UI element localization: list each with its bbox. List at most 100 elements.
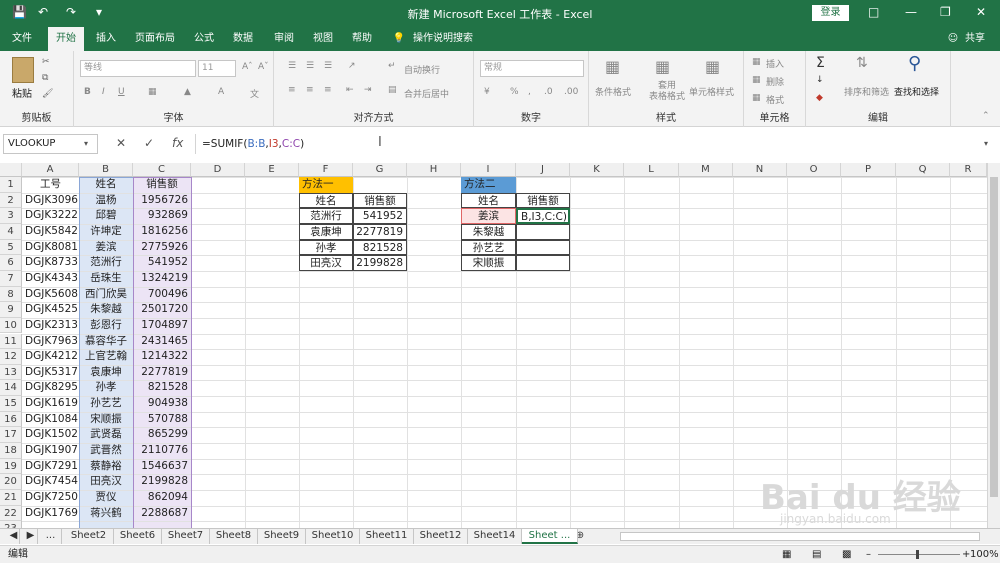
column-header[interactable]: A [22,163,79,177]
sheet-tab[interactable]: Sheet6 [114,529,162,544]
vertical-scrollbar[interactable] [987,163,1000,528]
sheet-tab[interactable]: Sheet10 [306,529,360,544]
method1-sales-cell[interactable]: 541952 [353,208,407,224]
clear-icon[interactable]: ◆ [816,93,823,103]
name-cell[interactable]: 慕容华子 [79,334,133,350]
name-cell[interactable]: 朱黎越 [79,302,133,318]
employee-id-cell[interactable]: DGJK1769 [22,506,79,522]
method1-name-cell[interactable]: 袁康坤 [299,223,353,240]
column-header[interactable]: H [407,163,461,177]
method1-sales-cell[interactable]: 2277819 [353,223,407,240]
row-header[interactable]: 23 [0,521,22,528]
font-name-field[interactable]: 等线 [80,60,196,77]
row-header[interactable]: 7 [0,270,22,287]
copy-icon[interactable]: ⧉ [42,73,48,83]
name-cell[interactable]: 蒋兴鹤 [79,506,133,522]
page-layout-view-icon[interactable]: ▤ [812,546,821,563]
insert-cells-icon[interactable]: ▦ [752,57,761,67]
delete-cells-button[interactable]: 删除 [766,75,784,88]
sheet-tab[interactable]: Sheet9 [258,529,306,544]
sort-filter-icon[interactable]: ⇅ [856,55,868,71]
delete-cells-icon[interactable]: ▦ [752,75,761,85]
maximize-icon[interactable]: ❐ [940,5,951,19]
name-cell[interactable]: 彭恩行 [79,318,133,334]
row-header[interactable]: 16 [0,411,22,428]
row-header[interactable]: 13 [0,364,22,381]
column-header[interactable]: E [245,163,299,177]
employee-id-cell[interactable]: DGJK7963 [22,334,79,350]
tab-help[interactable]: 帮助 [346,27,378,51]
employee-id-cell[interactable]: DGJK7454 [22,474,79,490]
employee-id-cell[interactable]: DGJK5842 [22,224,79,240]
find-select-icon[interactable]: ⚲ [908,53,921,74]
employee-id-cell[interactable]: DGJK8733 [22,255,79,271]
employee-id-cell[interactable]: DGJK7291 [22,459,79,475]
employee-id-cell[interactable]: DGJK2313 [22,318,79,334]
method1-title[interactable]: 方法一 [299,177,353,193]
row-header[interactable]: 20 [0,474,22,490]
zoom-slider-thumb[interactable] [916,550,919,559]
employee-id-cell[interactable]: DGJK1619 [22,396,79,412]
column-header[interactable]: D [191,163,245,177]
horizontal-scrollbar[interactable] [620,532,980,541]
row-header[interactable]: 19 [0,458,22,475]
decrease-indent-icon[interactable]: ⇤ [346,85,354,95]
name-box-dropdown-icon[interactable]: ▾ [84,139,88,148]
row-header[interactable]: 8 [0,286,22,303]
collapse-ribbon-icon[interactable]: ⌃ [982,111,990,121]
merge-center-button[interactable]: 合并后居中 [404,87,449,100]
column-header[interactable]: C [133,163,191,177]
next-sheet-icon[interactable]: ▶ [24,529,38,544]
method2-sales-cell[interactable] [516,239,570,256]
method1-header-cell[interactable]: 销售额 [353,192,407,209]
underline-icon[interactable]: U [118,87,125,97]
shrink-font-icon[interactable]: Aˇ [258,62,269,72]
method2-name-cell[interactable]: 宋顺振 [461,255,516,271]
method1-sales-cell[interactable]: 821528 [353,239,407,256]
tab-page-layout[interactable]: 页面布局 [130,27,180,51]
column-header[interactable]: J [516,163,570,177]
align-right-icon[interactable]: ≡ [324,85,332,95]
tab-insert[interactable]: 插入 [90,27,122,51]
sheet-tab[interactable]: Sheet14 [468,529,522,544]
align-bottom-icon[interactable]: ☰ [324,61,332,71]
row-header[interactable]: 1 [0,177,22,193]
align-center-icon[interactable]: ≡ [306,85,314,95]
merge-icon[interactable]: ▤ [388,85,397,95]
method1-name-cell[interactable]: 田亮汉 [299,255,353,271]
name-cell[interactable]: 上官艺翰 [79,349,133,365]
sales-cell[interactable]: 904938 [133,396,191,412]
employee-id-cell[interactable]: DGJK5317 [22,365,79,381]
format-painter-icon[interactable]: 🖌 [42,89,53,99]
cell-styles-button[interactable]: 单元格样式 [689,85,734,98]
table-header-cell[interactable]: 工号 [22,177,79,193]
zoom-out-icon[interactable]: – [866,546,871,563]
row-header[interactable]: 11 [0,333,22,350]
row-header[interactable]: 17 [0,427,22,444]
sales-cell[interactable]: 821528 [133,380,191,396]
sales-cell[interactable]: 2199828 [133,474,191,490]
name-cell[interactable]: 邱碧 [79,208,133,224]
format-cells-button[interactable]: 格式 [766,93,784,106]
fill-color-icon[interactable]: ▲ [184,87,191,97]
name-cell[interactable]: 范洲行 [79,255,133,271]
sales-cell[interactable]: 541952 [133,255,191,271]
row-header[interactable]: 15 [0,396,22,412]
name-cell[interactable]: 贾仪 [79,490,133,506]
select-all-corner[interactable] [0,163,22,177]
fill-icon[interactable]: ↓ [816,75,824,85]
sales-cell[interactable]: 1816256 [133,224,191,240]
name-cell[interactable]: 岳珠生 [79,271,133,287]
row-header[interactable]: 10 [0,317,22,334]
method2-header-cell[interactable]: 销售额 [516,192,570,209]
method2-sales-cell[interactable] [516,223,570,240]
tab-review[interactable]: 审阅 [268,27,300,51]
more-sheets-icon[interactable]: ... [40,529,62,544]
name-cell[interactable]: 孙艺艺 [79,396,133,412]
row-header[interactable]: 22 [0,505,22,522]
sheet-tab[interactable]: Sheet2 [64,529,114,544]
font-color-icon[interactable]: A [218,87,224,97]
employee-id-cell[interactable]: DGJK1907 [22,443,79,459]
column-header[interactable]: N [733,163,787,177]
sales-cell[interactable]: 865299 [133,427,191,443]
